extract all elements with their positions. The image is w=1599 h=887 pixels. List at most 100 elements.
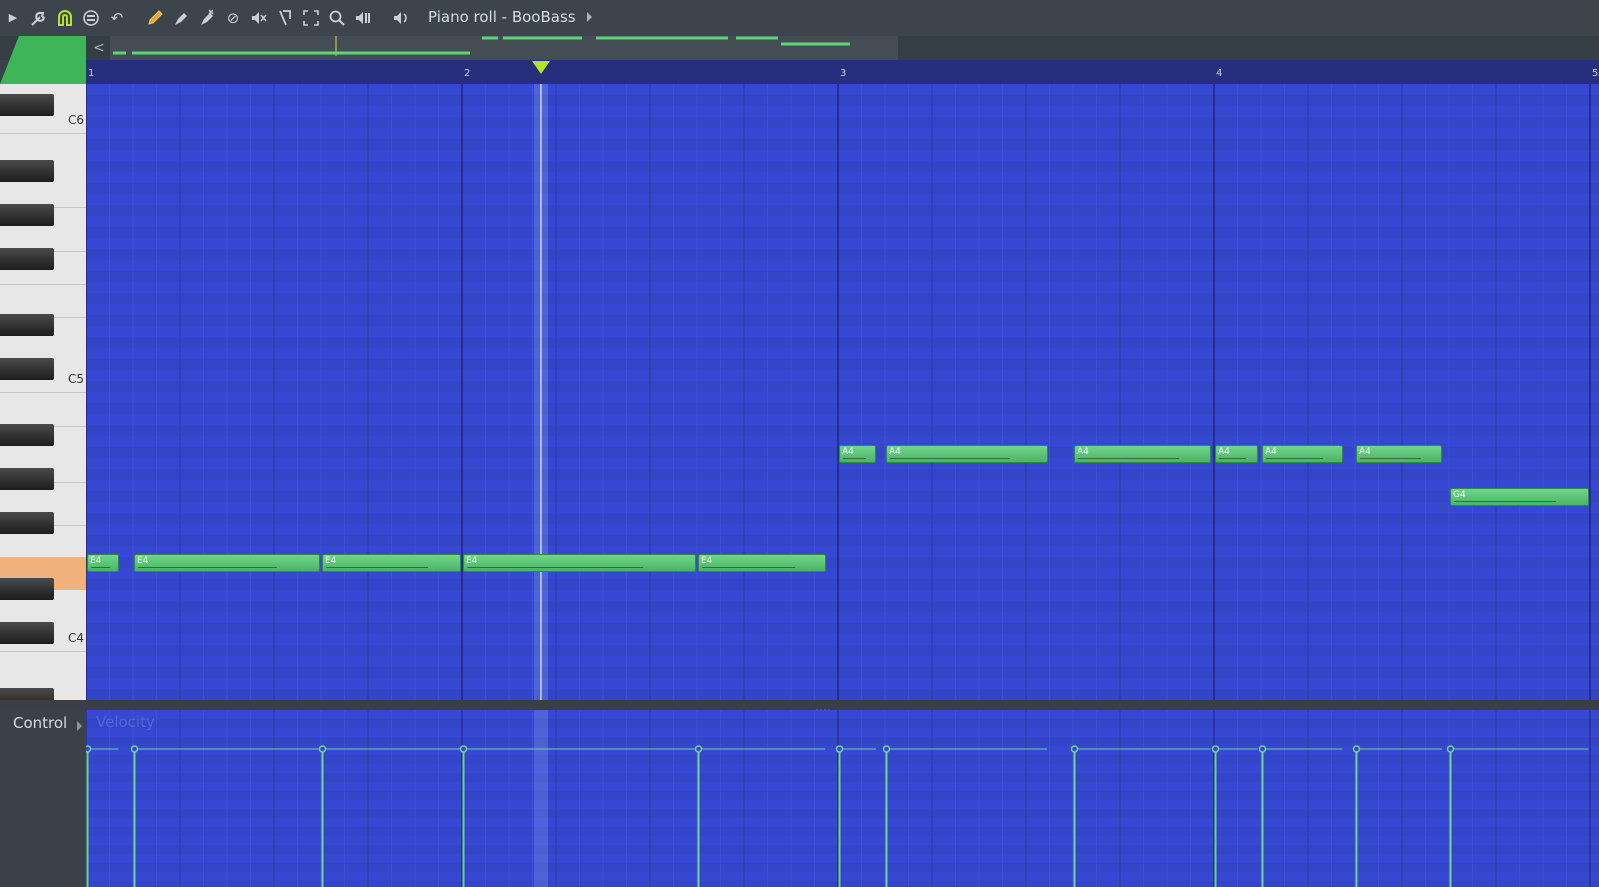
- note-a4[interactable]: A4: [1074, 445, 1212, 463]
- note-label: E4: [701, 556, 713, 566]
- note-velocity-bar: [1078, 458, 1179, 459]
- black-key[interactable]: [0, 248, 54, 270]
- black-key[interactable]: [0, 314, 54, 336]
- octave-label-c6: C6: [68, 113, 85, 127]
- note-label: G4: [1453, 490, 1466, 500]
- note-label: A4: [842, 447, 854, 457]
- note-a4[interactable]: A4: [1356, 445, 1443, 463]
- velocity-handle[interactable]: [1211, 745, 1220, 753]
- select-icon[interactable]: [302, 9, 320, 27]
- speaker-mute-icon[interactable]: [250, 9, 268, 27]
- note-a4[interactable]: A4: [839, 445, 877, 463]
- note-velocity-bar: [467, 567, 643, 568]
- velocity-handle[interactable]: [130, 745, 139, 753]
- playhead-marker-icon[interactable]: [531, 61, 550, 74]
- note-e4[interactable]: E4: [87, 554, 119, 572]
- delete-brush-icon[interactable]: [198, 9, 216, 27]
- velocity-handle[interactable]: [1352, 745, 1361, 753]
- note-label: E4: [90, 556, 102, 566]
- bar-number-2: 2: [464, 68, 471, 79]
- note-label: A4: [1265, 447, 1277, 457]
- velocity-lines: [86, 710, 1599, 887]
- panel-splitter[interactable]: [0, 700, 1599, 711]
- volume-icon[interactable]: [392, 9, 410, 27]
- note-velocity-bar: [1219, 458, 1247, 459]
- note-a4[interactable]: A4: [1215, 445, 1259, 463]
- zoom-icon[interactable]: [328, 9, 346, 27]
- bar-number-1: 1: [88, 68, 95, 79]
- note-velocity-bar: [1454, 501, 1557, 502]
- note-e4[interactable]: E4: [698, 554, 826, 572]
- octave-label-c5: C5: [68, 372, 85, 386]
- control-menu[interactable]: Control: [13, 714, 67, 732]
- piano-keyboard[interactable]: C6 C5 C4: [0, 84, 86, 700]
- note-a4[interactable]: A4: [1262, 445, 1343, 463]
- velocity-label: Velocity: [96, 713, 155, 731]
- black-key[interactable]: [0, 358, 54, 380]
- black-key[interactable]: [0, 160, 54, 182]
- bar-number-4: 4: [1216, 68, 1223, 79]
- velocity-handle[interactable]: [882, 745, 891, 753]
- title-menu-arrow-icon[interactable]: [587, 12, 592, 22]
- velocity-handle[interactable]: [86, 745, 92, 753]
- velocity-handle[interactable]: [1070, 745, 1079, 753]
- velocity-handle[interactable]: [835, 745, 844, 753]
- velocity-handle[interactable]: [459, 745, 468, 753]
- note-velocity-bar: [138, 567, 277, 568]
- velocity-editor[interactable]: [86, 710, 1599, 887]
- key-divider: [0, 557, 86, 558]
- black-key[interactable]: [0, 468, 54, 490]
- playback-icon[interactable]: [354, 9, 372, 27]
- control-panel-left: [0, 710, 86, 887]
- play-arrow-icon[interactable]: ▶: [4, 9, 22, 27]
- undo-icon[interactable]: ↶: [108, 9, 126, 27]
- bar-number-3: 3: [840, 68, 847, 79]
- black-key[interactable]: [0, 424, 54, 446]
- black-key[interactable]: [0, 688, 54, 700]
- note-label: A4: [889, 447, 901, 457]
- black-key[interactable]: [0, 622, 54, 644]
- note-label: E4: [466, 556, 478, 566]
- note-velocity-bar: [702, 567, 796, 568]
- magnet-snap-icon[interactable]: [56, 9, 74, 27]
- key-divider: [0, 651, 86, 652]
- toolbar: ▶ ↶ ⊘ Piano roll - BooBass: [0, 0, 1599, 37]
- velocity-handle[interactable]: [1258, 745, 1267, 753]
- black-key[interactable]: [0, 204, 54, 226]
- note-velocity-bar: [1360, 458, 1422, 459]
- stop-circle-icon[interactable]: [82, 9, 100, 27]
- note-label: A4: [1359, 447, 1371, 457]
- grid-lines: [86, 84, 1599, 700]
- note-velocity-bar: [843, 458, 866, 459]
- pencil-icon[interactable]: [146, 9, 164, 27]
- note-label: E4: [325, 556, 337, 566]
- black-key[interactable]: [0, 94, 54, 116]
- note-label: A4: [1218, 447, 1230, 457]
- window-title[interactable]: Piano roll - BooBass: [428, 8, 576, 26]
- wrench-icon[interactable]: [30, 9, 48, 27]
- key-divider: [0, 392, 86, 393]
- note-e4[interactable]: E4: [463, 554, 696, 572]
- slice-icon[interactable]: [276, 9, 294, 27]
- black-key[interactable]: [0, 512, 54, 534]
- velocity-handle[interactable]: [694, 745, 703, 753]
- scroll-left-icon[interactable]: <: [88, 38, 110, 58]
- paint-brush-icon[interactable]: [172, 9, 190, 27]
- note-grid[interactable]: E4 E4 E4 E4 E4 A4 A4 A4 A4 A4 A4 G4: [86, 84, 1599, 700]
- note-e4[interactable]: E4: [322, 554, 461, 572]
- octave-label-c4: C4: [68, 631, 85, 645]
- note-label: E4: [137, 556, 149, 566]
- note-overview[interactable]: [110, 36, 898, 60]
- note-a4[interactable]: A4: [886, 445, 1048, 463]
- velocity-handle[interactable]: [1446, 745, 1455, 753]
- mute-circle-icon[interactable]: ⊘: [224, 9, 242, 27]
- note-e4[interactable]: E4: [134, 554, 320, 572]
- note-velocity-bar: [326, 567, 429, 568]
- note-velocity-bar: [890, 458, 1010, 459]
- bar-number-5: 5: [1592, 68, 1599, 79]
- control-arrow-icon[interactable]: [77, 721, 82, 731]
- note-label: A4: [1077, 447, 1089, 457]
- black-key[interactable]: [0, 578, 54, 600]
- velocity-handle[interactable]: [318, 745, 327, 753]
- note-g4[interactable]: G4: [1450, 488, 1589, 506]
